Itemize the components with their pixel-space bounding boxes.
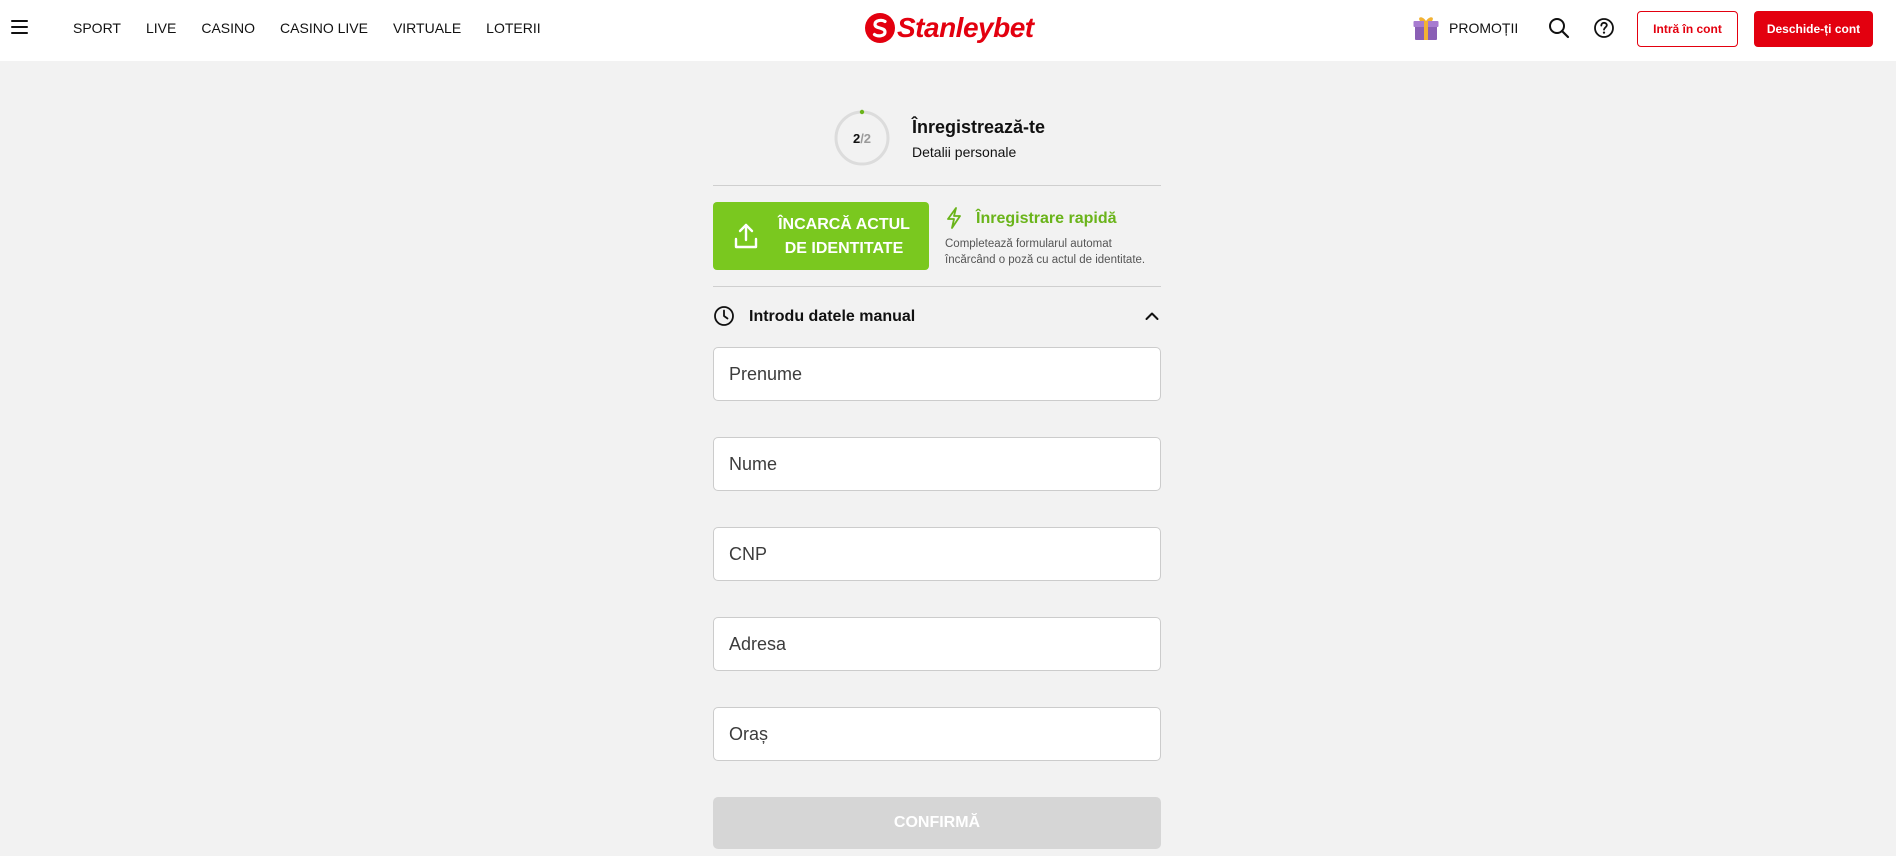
confirm-button[interactable]: CONFIRMĂ	[713, 797, 1161, 849]
first-name-field[interactable]	[713, 347, 1161, 401]
step-subtitle: Detalii personale	[912, 144, 1017, 160]
login-button[interactable]: Intră în cont	[1637, 11, 1738, 47]
logo-wordmark: Stanleybet	[897, 12, 1034, 43]
upload-id-label-line1: ÎNCARCĂ ACTUL	[778, 216, 910, 233]
address-input[interactable]	[714, 618, 1160, 670]
lightning-icon	[947, 207, 961, 229]
address-field[interactable]	[713, 617, 1161, 671]
divider	[713, 185, 1161, 186]
city-input[interactable]	[714, 708, 1160, 760]
search-icon[interactable]	[1548, 17, 1570, 39]
quick-registration-description: Completează formularul automat încărcând…	[945, 238, 1146, 266]
logo-mark-icon	[865, 13, 895, 43]
nav-item-live[interactable]: LIVE	[146, 20, 176, 36]
step-counter: 2/2	[833, 109, 891, 167]
gift-icon	[1413, 17, 1439, 40]
step-indicator: 2/2 Înregistrează-te Detalii personale	[833, 109, 1153, 169]
promotions-link[interactable]: PROMOȚII	[1413, 13, 1518, 43]
clock-icon	[714, 306, 734, 326]
nav-item-virtuale[interactable]: VIRTUALE	[393, 20, 461, 36]
hamburger-menu-icon[interactable]	[11, 18, 28, 36]
upload-icon	[734, 223, 758, 249]
stanleybet-logo[interactable]: Stanleybet	[864, 10, 1034, 46]
manual-entry-title: Introdu datele manual	[749, 308, 916, 325]
last-name-field[interactable]	[713, 437, 1161, 491]
city-field[interactable]	[713, 707, 1161, 761]
chevron-up-icon[interactable]	[1145, 311, 1159, 321]
divider	[713, 286, 1161, 287]
manual-entry-toggle[interactable]: Introdu datele manual	[713, 304, 1161, 330]
upload-id-label-line2: DE IDENTITATE	[784, 240, 904, 257]
step-total: /2	[860, 130, 872, 146]
last-name-input[interactable]	[714, 438, 1160, 490]
nav-item-casino[interactable]: CASINO	[201, 20, 255, 36]
help-circle-icon[interactable]	[1593, 17, 1615, 39]
main-nav: SPORT LIVE CASINO CASINO LIVE VIRTUALE L…	[73, 0, 566, 56]
cnp-input[interactable]	[714, 528, 1160, 580]
open-account-button[interactable]: Deschide-ți cont	[1754, 11, 1873, 47]
top-header: SPORT LIVE CASINO CASINO LIVE VIRTUALE L…	[0, 0, 1896, 61]
upload-id-label: ÎNCARCĂ ACTUL DE IDENTITATE	[769, 213, 919, 261]
quick-registration-title: Înregistrare rapidă	[976, 210, 1117, 227]
nav-item-casino-live[interactable]: CASINO LIVE	[280, 20, 368, 36]
promotions-label: PROMOȚII	[1449, 20, 1519, 36]
upload-id-button[interactable]: ÎNCARCĂ ACTUL DE IDENTITATE	[713, 202, 929, 270]
nav-item-sport[interactable]: SPORT	[73, 20, 121, 36]
first-name-input[interactable]	[714, 348, 1160, 400]
step-title: Înregistrează-te	[912, 117, 1046, 137]
cnp-field[interactable]	[713, 527, 1161, 581]
step-current: 2	[852, 130, 861, 146]
nav-item-loterii[interactable]: LOTERII	[486, 20, 540, 36]
